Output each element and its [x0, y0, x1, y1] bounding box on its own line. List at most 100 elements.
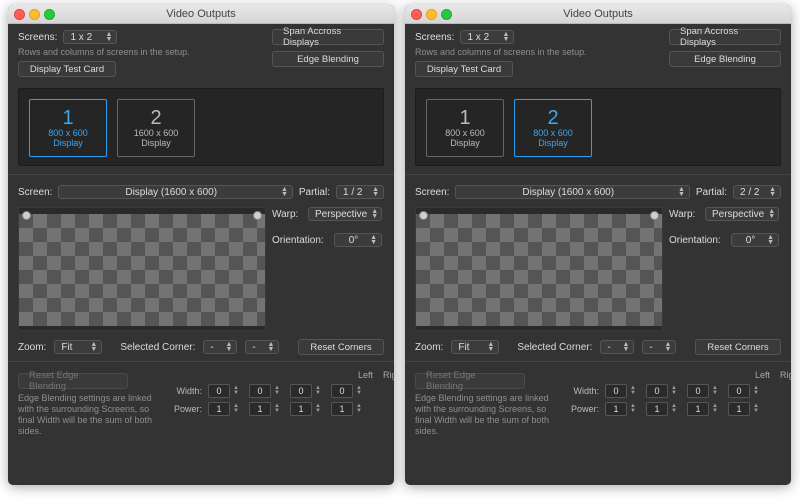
stepper-icon[interactable]: ▲▼ [712, 384, 722, 398]
eb-col-right: Right [383, 370, 394, 380]
stepper-icon[interactable]: ▲▼ [671, 402, 681, 416]
window-title: Video Outputs [563, 8, 633, 20]
eb-col-left: Left [358, 370, 373, 380]
stepper-icon[interactable]: ▲▼ [315, 402, 325, 416]
display-test-card-button[interactable]: Display Test Card [415, 61, 513, 77]
warp-select[interactable]: Perspective ▲▼ [705, 207, 779, 221]
stepper-icon: ▲▼ [503, 32, 510, 42]
corner-y-value: - [252, 342, 255, 353]
orientation-select[interactable]: 0° ▲▼ [731, 233, 779, 247]
partial-select[interactable]: 1 / 2 ▲▼ [336, 185, 384, 199]
stepper-icon[interactable]: ▲▼ [630, 384, 640, 398]
screen-card-2[interactable]: 2 1600 x 600 Display [117, 99, 195, 157]
eb-power-bottom[interactable]: 1 [331, 402, 353, 416]
selected-corner-x[interactable]: - ▲▼ [203, 340, 237, 354]
eb-width-top[interactable]: 0 [687, 384, 709, 398]
zoom-value: Fit [458, 342, 469, 353]
warp-preview[interactable] [415, 207, 663, 331]
stepper-icon: ▲▼ [372, 187, 379, 197]
screen-select[interactable]: Display (1600 x 600) ▲▼ [58, 185, 292, 199]
eb-width-left[interactable]: 0 [605, 384, 627, 398]
selected-corner-y[interactable]: - ▲▼ [245, 340, 279, 354]
eb-power-right[interactable]: 1 [646, 402, 668, 416]
stepper-icon[interactable]: ▲▼ [233, 384, 243, 398]
reset-corners-button[interactable]: Reset Corners [695, 339, 781, 355]
eb-power-label: Power: [565, 404, 599, 414]
eb-width-label: Width: [168, 386, 202, 396]
selected-corner-y[interactable]: - ▲▼ [642, 340, 676, 354]
screen-number: 1 [62, 108, 73, 128]
titlebar[interactable]: Video Outputs [405, 5, 791, 24]
eb-width-bottom[interactable]: 0 [728, 384, 750, 398]
close-icon[interactable] [14, 9, 25, 20]
stepper-icon: ▲▼ [487, 342, 494, 352]
stepper-icon[interactable]: ▲▼ [753, 384, 763, 398]
partial-select[interactable]: 2 / 2 ▲▼ [733, 185, 781, 199]
stepper-icon: ▲▼ [767, 235, 774, 245]
warp-preview[interactable] [18, 207, 266, 331]
stepper-icon[interactable]: ▲▼ [356, 384, 366, 398]
minimize-icon[interactable] [29, 9, 40, 20]
reset-edge-blending-button[interactable]: Reset Edge Blending [415, 373, 525, 389]
corner-handle-tl[interactable] [419, 211, 428, 220]
stepper-icon[interactable]: ▲▼ [671, 384, 681, 398]
warp-value: Perspective [315, 209, 367, 220]
orientation-label: Orientation: [272, 235, 324, 246]
reset-edge-blending-button[interactable]: Reset Edge Blending [18, 373, 128, 389]
screens-select[interactable]: 1 x 2 ▲▼ [460, 30, 514, 44]
eb-power-left[interactable]: 1 [208, 402, 230, 416]
eb-power-top[interactable]: 1 [290, 402, 312, 416]
corner-handle-tr[interactable] [650, 211, 659, 220]
display-test-card-button[interactable]: Display Test Card [18, 61, 116, 77]
partial-value: 2 / 2 [740, 187, 759, 198]
eb-power-top[interactable]: 1 [687, 402, 709, 416]
eb-power-bottom[interactable]: 1 [728, 402, 750, 416]
eb-power-label: Power: [168, 404, 202, 414]
screen-resolution: 800 x 600 [445, 128, 485, 138]
minimize-icon[interactable] [426, 9, 437, 20]
zoom-icon[interactable] [441, 9, 452, 20]
reset-corners-button[interactable]: Reset Corners [298, 339, 384, 355]
screen-resolution: 800 x 600 [533, 128, 573, 138]
selected-corner-x[interactable]: - ▲▼ [600, 340, 634, 354]
screen-type: Display [53, 138, 83, 148]
screen-select[interactable]: Display (1600 x 600) ▲▼ [455, 185, 689, 199]
screen-type: Display [450, 138, 480, 148]
stepper-icon: ▲▼ [370, 235, 377, 245]
zoom-icon[interactable] [44, 9, 55, 20]
eb-width-right[interactable]: 0 [249, 384, 271, 398]
orientation-value: 0° [349, 235, 359, 246]
zoom-select[interactable]: Fit ▲▼ [451, 340, 499, 354]
stepper-icon: ▲▼ [622, 342, 629, 352]
eb-width-right[interactable]: 0 [646, 384, 668, 398]
screen-card-1[interactable]: 1 800 x 600 Display [426, 99, 504, 157]
titlebar[interactable]: Video Outputs [8, 5, 394, 24]
orientation-select[interactable]: 0° ▲▼ [334, 233, 382, 247]
stepper-icon[interactable]: ▲▼ [630, 402, 640, 416]
eb-width-bottom[interactable]: 0 [331, 384, 353, 398]
eb-col-right: Right [780, 370, 791, 380]
stepper-icon[interactable]: ▲▼ [274, 384, 284, 398]
screen-type: Display [141, 138, 171, 148]
zoom-select[interactable]: Fit ▲▼ [54, 340, 102, 354]
eb-power-left[interactable]: 1 [605, 402, 627, 416]
stepper-icon[interactable]: ▲▼ [315, 384, 325, 398]
stepper-icon: ▲▼ [225, 342, 232, 352]
close-icon[interactable] [411, 9, 422, 20]
corner-handle-tl[interactable] [22, 211, 31, 220]
stepper-icon[interactable]: ▲▼ [233, 402, 243, 416]
corner-handle-tr[interactable] [253, 211, 262, 220]
stepper-icon[interactable]: ▲▼ [753, 402, 763, 416]
stepper-icon: ▲▼ [90, 342, 97, 352]
screen-card-1[interactable]: 1 800 x 600 Display [29, 99, 107, 157]
screen-number: 2 [547, 108, 558, 128]
stepper-icon[interactable]: ▲▼ [274, 402, 284, 416]
screens-select[interactable]: 1 x 2 ▲▼ [63, 30, 117, 44]
stepper-icon[interactable]: ▲▼ [712, 402, 722, 416]
warp-select[interactable]: Perspective ▲▼ [308, 207, 382, 221]
stepper-icon[interactable]: ▲▼ [356, 402, 366, 416]
eb-power-right[interactable]: 1 [249, 402, 271, 416]
eb-width-top[interactable]: 0 [290, 384, 312, 398]
screen-card-2[interactable]: 2 800 x 600 Display [514, 99, 592, 157]
eb-width-left[interactable]: 0 [208, 384, 230, 398]
